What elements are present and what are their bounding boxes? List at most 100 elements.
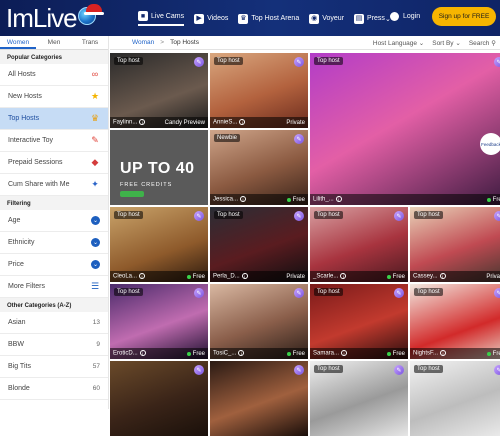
toy-icon[interactable]: ✎	[494, 57, 500, 67]
host-tile[interactable]: Top host ✎ _Scarle... i Free	[310, 207, 408, 282]
toy-icon[interactable]: ✎	[394, 211, 404, 221]
info-icon[interactable]: i	[139, 350, 146, 357]
sidebar-item-label: Interactive Toy	[8, 137, 54, 144]
toy-icon[interactable]: ✎	[394, 288, 404, 298]
signup-button[interactable]: Sign up for FREE	[432, 7, 496, 26]
filter-price[interactable]: Price ⌄	[0, 254, 108, 276]
host-tile[interactable]: Top host ✎ Perla_D... i Private	[210, 207, 308, 282]
sidebar-item-top-hosts[interactable]: Top Hosts ♛	[0, 108, 108, 130]
toy-icon[interactable]: ✎	[294, 365, 304, 375]
toy-icon[interactable]: ✎	[494, 365, 500, 375]
search-button[interactable]: Search ⚲	[469, 39, 496, 47]
host-badge: Top host	[414, 365, 443, 373]
sidebar-item-cum-share-with-me[interactable]: Cum Share with Me ✦	[0, 174, 108, 196]
info-icon[interactable]: i	[439, 273, 446, 280]
host-name: Samara...	[313, 350, 340, 357]
host-language-dropdown[interactable]: Host Language ⌄	[373, 39, 424, 47]
info-icon[interactable]: i	[238, 350, 245, 357]
category-count: 60	[92, 385, 100, 392]
host-tile[interactable]: Top host ✎ CleoLa... i Free	[110, 207, 208, 282]
info-icon[interactable]: i	[241, 273, 248, 280]
chevron-down-icon: ⌄	[91, 260, 100, 269]
host-name: CleoLa...	[113, 273, 138, 280]
info-icon[interactable]: i	[139, 119, 146, 126]
toy-icon[interactable]: ✎	[194, 57, 204, 67]
nav-item-videos[interactable]: ▶ Videos	[194, 11, 228, 26]
toy-icon[interactable]: ✎	[294, 211, 304, 221]
sidebar-item-interactive-toy[interactable]: Interactive Toy ✎	[0, 130, 108, 152]
toy-icon[interactable]: ✎	[294, 288, 304, 298]
category-bbw[interactable]: BBW 9	[0, 334, 108, 356]
host-status-label: Private	[286, 273, 305, 280]
filters-list: Age ⌄ Ethnicity ⌄ Price ⌄ More Filters ☰	[0, 210, 108, 298]
star-icon: ★	[90, 91, 100, 101]
toy-icon[interactable]: ✎	[194, 365, 204, 375]
info-icon[interactable]: i	[239, 119, 246, 126]
host-badge: Top host	[314, 211, 343, 219]
host-tile[interactable]: Newbie ✎ Jessica... i Free	[210, 130, 308, 205]
host-tile[interactable]: Top host ✎ EroticD... i Free	[110, 284, 208, 359]
toy-icon[interactable]: ✎	[194, 211, 204, 221]
filter-age[interactable]: Age ⌄	[0, 210, 108, 232]
host-name: Jessica...	[213, 196, 239, 203]
info-icon[interactable]: i	[240, 196, 247, 203]
host-info-bar: Perla_D... i Private	[210, 271, 308, 282]
promo-button[interactable]	[120, 191, 144, 197]
toy-icon[interactable]: ✎	[194, 288, 204, 298]
info-icon[interactable]: i	[341, 350, 348, 357]
breadcrumb-root[interactable]: Woman	[132, 39, 154, 46]
free-credits-promo[interactable]: UP TO 40 FREE CREDITS	[110, 130, 208, 205]
filter-more-filters[interactable]: More Filters ☰	[0, 276, 108, 298]
host-tile[interactable]: Top host ✎ Faylinn... i Candy Preview	[110, 53, 208, 128]
user-icon	[390, 12, 399, 21]
nav-item-press[interactable]: ▤ Press ⌄	[354, 11, 391, 26]
nav-item-live-cams[interactable]: ■ Live Cams	[138, 11, 185, 26]
logo[interactable]: ImLive	[6, 2, 104, 33]
sort-by-dropdown[interactable]: Sort By ⌄	[432, 39, 461, 47]
host-tile[interactable]: Top host ✎	[310, 361, 408, 436]
toy-icon[interactable]: ✎	[294, 134, 304, 144]
tab-men[interactable]: Men	[36, 36, 72, 49]
toy-icon[interactable]: ✎	[294, 57, 304, 67]
info-icon[interactable]: i	[440, 350, 447, 357]
host-tile[interactable]: Top host ✎ AnnieS... i Private	[210, 53, 308, 128]
tab-trans[interactable]: Trans	[72, 36, 108, 49]
host-info-bar: NightsF...i Free	[410, 348, 500, 359]
host-tile[interactable]: Top host ✎	[410, 361, 500, 436]
sidebar-item-all-hosts[interactable]: All Hosts ∞	[0, 64, 108, 86]
host-badge: Top host	[314, 57, 343, 65]
tab-women[interactable]: Women	[0, 36, 36, 49]
host-name: Faylinn...	[113, 119, 138, 126]
info-icon[interactable]: i	[335, 196, 342, 203]
category-blonde[interactable]: Blonde 60	[0, 378, 108, 400]
logo-text: ImLive	[6, 2, 78, 33]
info-icon[interactable]: i	[340, 273, 347, 280]
toy-icon[interactable]: ✎	[394, 365, 404, 375]
nav-item-voyeur[interactable]: ◉ Voyeur	[309, 11, 344, 26]
toy-icon[interactable]: ✎	[494, 288, 500, 298]
category-asian[interactable]: Asian 13	[0, 312, 108, 334]
filter-ethnicity[interactable]: Ethnicity ⌄	[0, 232, 108, 254]
toy-icon[interactable]: ✎	[494, 211, 500, 221]
host-tile[interactable]: Top host ✎ Lilith_...i Free Feedback	[310, 53, 500, 205]
sidebar-item-new-hosts[interactable]: New Hosts ★	[0, 86, 108, 108]
host-info-bar: Lilith_...i Free	[310, 194, 500, 205]
category-big-tits[interactable]: Big Tits 57	[0, 356, 108, 378]
chevron-down-icon: ⌄	[418, 39, 425, 47]
sidebar-item-prepaid-sessions[interactable]: Prepaid Sessions ◆	[0, 152, 108, 174]
nav-item-top-host-arena[interactable]: ♛ Top Host Arena	[238, 11, 299, 26]
sliders-icon: ☰	[90, 281, 100, 291]
host-tile[interactable]: ✎	[110, 361, 208, 436]
host-tile[interactable]: ✎ TosiC_... i Free	[210, 284, 308, 359]
sidebar-item-label: All Hosts	[8, 71, 36, 78]
login-link[interactable]: Login	[390, 12, 420, 21]
host-info-bar: EroticD... i Free	[110, 348, 208, 359]
info-icon[interactable]: i	[139, 273, 146, 280]
feedback-button[interactable]: Feedback	[480, 133, 500, 155]
host-status-label: Free	[392, 273, 405, 280]
host-tile[interactable]: Top host ✎ Samara... i Free	[310, 284, 408, 359]
host-info-bar: TosiC_... i Free	[210, 348, 308, 359]
host-tile[interactable]: ✎	[210, 361, 308, 436]
host-tile[interactable]: Top host ✎ Cassey...i Private	[410, 207, 500, 282]
host-tile[interactable]: Top host ✎ NightsF...i Free	[410, 284, 500, 359]
